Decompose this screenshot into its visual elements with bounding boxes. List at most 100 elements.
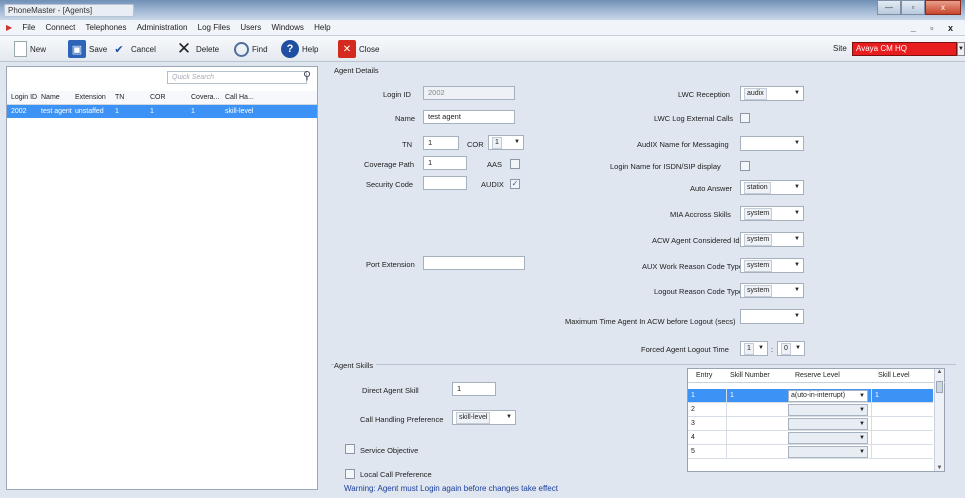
scroll-up-icon[interactable]: ▲ (935, 369, 944, 375)
audix-name-label: AudIX Name for Messaging (637, 140, 729, 149)
lwc-log-checkbox[interactable] (740, 113, 750, 123)
find-icon (234, 41, 249, 57)
aux-reason-select[interactable]: system ▼ (740, 258, 804, 273)
login-id-label: Login ID (383, 90, 411, 99)
port-extension-label: Port Extension (366, 260, 415, 269)
reserve-level-select[interactable]: ▼ (788, 432, 868, 444)
auto-answer-label: Auto Answer (690, 184, 733, 193)
service-objective-label: Service Objective (360, 446, 419, 455)
save-button[interactable]: ▣ Save (68, 39, 107, 59)
cancel-icon: ✔ (114, 43, 124, 56)
mia-select[interactable]: system ▼ (740, 206, 804, 221)
reserve-level-select[interactable]: ▼ (788, 446, 868, 458)
delete-icon: ✕ (176, 39, 192, 58)
tn-field[interactable]: 1 (423, 136, 459, 150)
audix-label: AUDIX (481, 180, 504, 189)
col-call-handling[interactable]: Call Ha... (225, 91, 254, 105)
cor-select[interactable]: 1 ▼ (488, 135, 524, 150)
direct-agent-skill-field[interactable]: 1 (452, 382, 496, 396)
menu-help[interactable]: Help (314, 20, 330, 36)
aas-checkbox[interactable] (510, 159, 520, 169)
agent-details-heading: Agent Details (334, 66, 379, 75)
table-row[interactable]: 2 ▼ (688, 403, 933, 417)
close-window-button[interactable]: x (925, 0, 961, 15)
menu-connect[interactable]: Connect (46, 20, 76, 36)
toolbar: New ▣ Save ✔ Cancel ✕ Delete Find ? Help… (0, 36, 965, 62)
menu-telephones[interactable]: Telephones (86, 20, 127, 36)
forced-logout-hour[interactable]: 1 ▼ (740, 341, 768, 356)
security-code-field[interactable] (423, 176, 467, 190)
lwc-log-label: LWC Log External Calls (654, 114, 734, 123)
col-login-id[interactable]: Login ID (11, 91, 37, 105)
site-select[interactable]: Avaya CM HQ (852, 42, 957, 56)
menu-file[interactable]: File (22, 20, 35, 36)
reserve-level-select[interactable]: ▼ (788, 418, 868, 430)
col-entry[interactable]: Entry (696, 369, 712, 383)
menu-users[interactable]: Users (240, 20, 261, 36)
audix-name-select[interactable]: ▼ (740, 136, 804, 151)
maximize-button[interactable]: ▫ (901, 0, 925, 15)
acw-idle-select[interactable]: system ▼ (740, 232, 804, 247)
cor-label: COR (467, 140, 484, 149)
col-reserve-level[interactable]: Reserve Level (795, 369, 840, 383)
name-field[interactable]: test agent (423, 110, 515, 124)
menu-windows[interactable]: Windows (271, 20, 303, 36)
table-row[interactable]: 5 ▼ (688, 445, 933, 459)
table-row[interactable]: 3 ▼ (688, 417, 933, 431)
skills-grid-scrollbar[interactable]: ▲ ▼ (934, 369, 944, 471)
menu-log-files[interactable]: Log Files (198, 20, 230, 36)
col-skill-level[interactable]: Skill Level (878, 369, 910, 383)
cancel-button[interactable]: ✔ Cancel (110, 39, 156, 59)
call-handling-label: Call Handling Preference (360, 415, 444, 424)
warning-message: Warning: Agent must Login again before c… (344, 484, 558, 493)
tn-label: TN (402, 140, 412, 149)
col-name[interactable]: Name (41, 91, 60, 105)
security-code-label: Security Code (366, 180, 414, 189)
col-tn[interactable]: TN (115, 91, 124, 105)
logout-reason-select[interactable]: system ▼ (740, 283, 804, 298)
local-call-pref-checkbox[interactable] (345, 469, 355, 479)
forced-logout-minute[interactable]: 0 ▼ (777, 341, 805, 356)
new-document-icon (14, 41, 27, 57)
login-id-field: 2002 (423, 86, 515, 100)
reserve-level-select[interactable]: a(uto-in-interrupt) ▼ (788, 390, 868, 402)
find-button[interactable]: Find (234, 39, 268, 59)
lwc-reception-select[interactable]: audix ▼ (740, 86, 804, 101)
delete-button[interactable]: ✕ Delete (175, 39, 219, 59)
mdi-controls[interactable]: _ ▫ x (911, 20, 959, 36)
table-row[interactable]: 2002 test agent unstaffed 1 1 1 skill-le… (7, 105, 317, 118)
menu-administration[interactable]: Administration (137, 20, 188, 36)
name-label: Name (395, 114, 416, 123)
call-handling-select[interactable]: skill-level ▼ (452, 410, 516, 425)
chevron-down-icon[interactable]: ▼ (957, 42, 965, 56)
help-button[interactable]: ? Help (281, 39, 318, 59)
col-extension[interactable]: Extension (75, 91, 106, 105)
table-row[interactable]: 4 ▼ (688, 431, 933, 445)
col-skill-number[interactable]: Skill Number (730, 369, 770, 383)
login-name-isdn-checkbox[interactable] (740, 161, 750, 171)
save-icon: ▣ (68, 40, 86, 58)
scroll-thumb[interactable] (936, 381, 943, 393)
port-extension-field[interactable] (423, 256, 525, 270)
col-cor[interactable]: COR (150, 91, 166, 105)
coverage-path-field[interactable]: 1 (423, 156, 467, 170)
col-coverage[interactable]: Covera... (191, 91, 219, 105)
reserve-level-select[interactable]: ▼ (788, 404, 868, 416)
scroll-down-icon[interactable]: ▼ (935, 465, 944, 471)
agent-skills-heading: Agent Skills (334, 361, 377, 370)
forced-logout-label: Forced Agent Logout Time (641, 345, 729, 354)
new-button[interactable]: New (14, 39, 46, 59)
service-objective-checkbox[interactable] (345, 444, 355, 454)
table-row[interactable]: 1 1 a(uto-in-interrupt) ▼ 1 (688, 389, 933, 403)
search-icon[interactable]: ⚲ (303, 69, 311, 82)
minimize-button[interactable]: — (877, 0, 901, 15)
audix-checkbox[interactable]: ✓ (510, 179, 520, 189)
direct-agent-skill-label: Direct Agent Skill (362, 386, 419, 395)
max-time-acw-select[interactable]: ▼ (740, 309, 804, 324)
max-time-acw-label: Maximum Time Agent In ACW before Logout … (565, 317, 736, 326)
logout-reason-label: Logout Reason Code Type (654, 287, 744, 296)
close-button[interactable]: ✕ Close (338, 39, 379, 59)
quick-search-input[interactable]: Quick Search (167, 71, 307, 84)
auto-answer-select[interactable]: station ▼ (740, 180, 804, 195)
time-separator: : (771, 345, 774, 354)
